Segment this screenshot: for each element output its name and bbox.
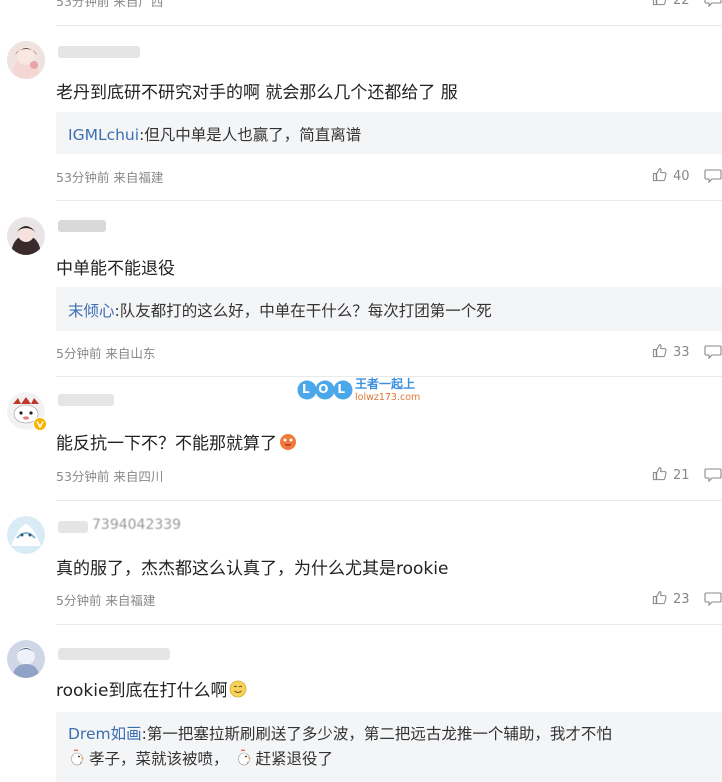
- username-blurred[interactable]: [58, 46, 140, 58]
- reply-text: :第一把塞拉斯刷刷送了多少波，第二把远古龙推一个辅助，我才不怕: [141, 725, 612, 743]
- vip-badge-icon: [33, 417, 47, 431]
- rooster-emoji-icon: [237, 749, 252, 766]
- emoji-icon: [230, 680, 247, 698]
- avatar[interactable]: [7, 640, 45, 678]
- comment-icon[interactable]: [704, 0, 722, 7]
- like-button[interactable]: 40: [652, 167, 690, 184]
- avatar[interactable]: [7, 516, 45, 554]
- like-icon: [652, 590, 667, 605]
- like-count: 40: [673, 169, 690, 184]
- avatar-image: [7, 41, 45, 79]
- comment-icon[interactable]: [704, 467, 722, 482]
- comment-text: 中单能不能退役: [56, 259, 175, 279]
- username-blurred[interactable]: [58, 521, 88, 533]
- comment-meta: 5分钟前 来自山东: [56, 346, 156, 361]
- like-count: 33: [673, 345, 690, 360]
- divider: [56, 200, 722, 201]
- reply-box[interactable]: IGMLchui:但凡中单是人也赢了，简直离谱: [56, 112, 722, 154]
- watermark-domain: lolwz173.com: [355, 392, 421, 403]
- site-watermark: LOL 王者一起上 lolwz173.com: [297, 374, 437, 408]
- like-button[interactable]: 23: [652, 590, 690, 607]
- comment-meta: 5分钟前 来自福建: [56, 593, 156, 608]
- like-icon: [652, 466, 667, 481]
- watermark-logo-letters: LOL: [302, 382, 355, 396]
- comment-text-row: rookie到底在打什么啊: [56, 676, 247, 701]
- divider: [56, 500, 722, 501]
- reply-text: :队友都打的这么好，中单在干什么？每次打团第一个死: [114, 302, 492, 320]
- comment-icon[interactable]: [704, 591, 722, 606]
- avatar[interactable]: [7, 392, 47, 431]
- like-icon: [652, 167, 667, 182]
- username-blurred[interactable]: [58, 648, 170, 660]
- like-count: 21: [673, 468, 690, 483]
- reply-box[interactable]: 末倾心:队友都打的这么好，中单在干什么？每次打团第一个死: [56, 287, 722, 331]
- comment-meta: 53分钟前 来自四川: [56, 469, 164, 484]
- reply-text-line2a: 孝子，菜就该被喷，: [89, 750, 229, 768]
- divider: [56, 624, 722, 625]
- reply-box[interactable]: Drem如画:第一把塞拉斯刷刷送了多少波，第二把远古龙推一个辅助，我才不怕 孝子…: [56, 712, 722, 782]
- like-button[interactable]: 21: [652, 466, 690, 483]
- comment-icon[interactable]: [704, 168, 722, 183]
- reply-text-line2b: 赶紧退役了: [255, 750, 334, 768]
- username-fragment[interactable]: 7394042339: [92, 517, 181, 533]
- username-blurred[interactable]: [58, 220, 106, 232]
- watermark-logo-text: LOL: [297, 382, 353, 396]
- comment-text: rookie到底在打什么啊: [56, 681, 228, 701]
- avatar[interactable]: [7, 217, 45, 255]
- reply-author[interactable]: 末倾心: [68, 302, 115, 320]
- avatar-image: [7, 217, 45, 255]
- like-icon: [652, 0, 667, 6]
- like-count: 22: [673, 0, 690, 8]
- watermark-brand: 王者一起上: [355, 377, 416, 391]
- like-icon: [652, 343, 667, 358]
- reply-author[interactable]: IGMLchui: [68, 126, 139, 144]
- avatar[interactable]: [7, 41, 45, 79]
- comment-text: 老丹到底研不研究对手的啊 就会那么几个还都给了 服: [56, 83, 458, 103]
- rooster-emoji-icon: [71, 749, 85, 766]
- reply-author[interactable]: Drem如画: [68, 725, 142, 743]
- avatar-image: [7, 640, 45, 678]
- emoji-icon: [280, 434, 296, 450]
- like-count: 23: [673, 592, 690, 607]
- divider: [56, 25, 722, 26]
- username-blurred[interactable]: [58, 394, 114, 406]
- avatar-image: [7, 516, 45, 554]
- like-button[interactable]: 22: [652, 0, 690, 8]
- like-button[interactable]: 33: [652, 343, 690, 360]
- reply-text: :但凡中单是人也赢了，简直离谱: [139, 126, 362, 144]
- comment-text-row: 能反抗一下不？不能那就算了: [56, 429, 297, 454]
- comment-meta: 53分钟前 来自福建: [56, 170, 164, 185]
- comment-text: 真的服了，杰杰都这么认真了，为什么尤其是rookie: [56, 559, 449, 579]
- comment-icon[interactable]: [704, 344, 722, 359]
- comment-text: 能反抗一下不？不能那就算了: [56, 434, 277, 454]
- comment-meta: 53分钟前 来自广西: [56, 0, 164, 9]
